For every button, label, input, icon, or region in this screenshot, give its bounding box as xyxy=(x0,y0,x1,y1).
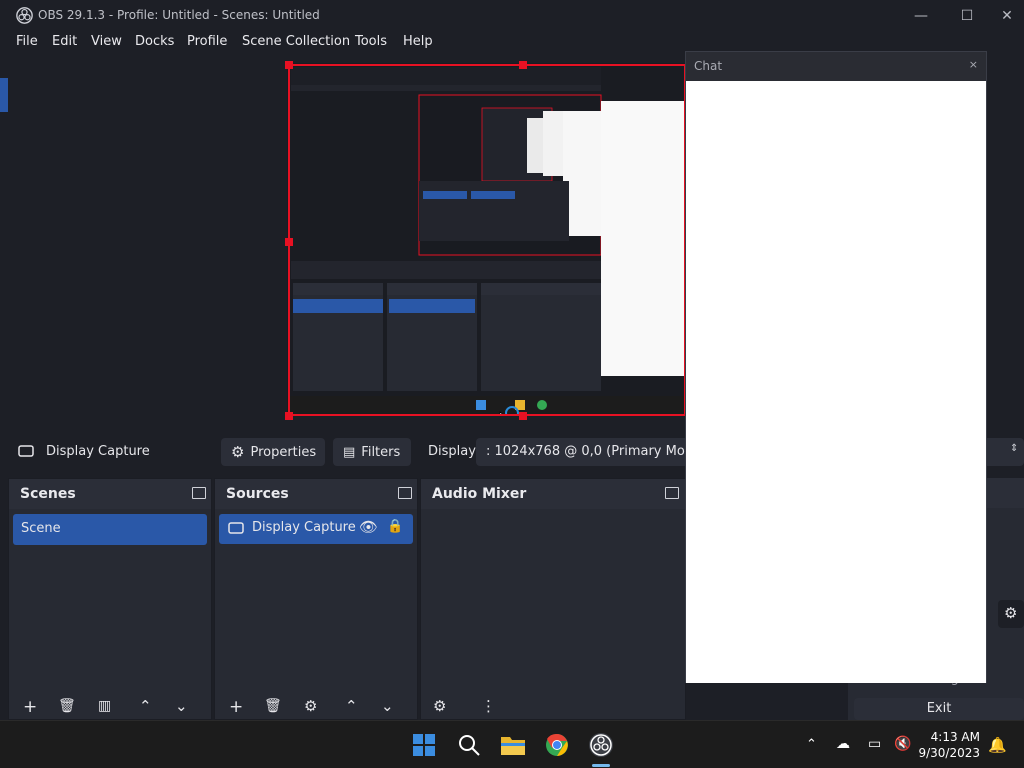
menu-profile[interactable]: Profile xyxy=(187,34,227,49)
add-source-icon[interactable]: + xyxy=(229,697,243,717)
chrome-icon[interactable] xyxy=(543,731,571,759)
selected-source-name: Display Capture xyxy=(46,444,150,459)
undock-icon[interactable] xyxy=(192,487,206,499)
show-hidden-icons-icon[interactable]: ⌃ xyxy=(806,737,817,752)
display-capture-icon xyxy=(228,522,244,534)
notification-bell-icon[interactable]: 🔔 xyxy=(988,736,1007,754)
advanced-audio-icon[interactable]: ⚙ xyxy=(433,697,446,715)
sources-title: Sources xyxy=(215,479,417,509)
sources-footer: + 🗑 ⚙ ⌃ ⌄ xyxy=(215,697,417,719)
audio-mixer-dock: Audio Mixer ⚙ ⋮ xyxy=(420,478,686,720)
menu-file[interactable]: File xyxy=(16,34,38,49)
preview-canvas[interactable] xyxy=(287,63,687,416)
chat-dock: Chat × xyxy=(685,51,987,683)
maximize-button[interactable]: ☐ xyxy=(944,0,990,32)
undock-icon[interactable] xyxy=(398,487,412,499)
minimize-button[interactable]: — xyxy=(898,0,944,32)
minimize-icon: — xyxy=(914,8,928,24)
display-select-value: : 1024x768 @ 0,0 (Primary Monito xyxy=(486,444,710,459)
windows-start-icon[interactable] xyxy=(410,731,438,759)
chat-close-icon[interactable]: × xyxy=(969,58,978,71)
filters-label: Filters xyxy=(361,444,401,460)
filters-icon: ▤ xyxy=(343,444,356,460)
clock-time: 4:13 AM xyxy=(930,730,980,744)
move-up-icon[interactable]: ⌃ xyxy=(139,697,152,715)
monitor-icon xyxy=(18,445,34,457)
scenes-title: Scenes xyxy=(9,479,211,509)
visibility-eye-icon[interactable]: 👁 xyxy=(359,518,378,536)
search-icon[interactable] xyxy=(455,731,483,759)
source-item[interactable]: Display Capture 👁 🔒 xyxy=(219,514,413,544)
audio-mixer-title: Audio Mixer xyxy=(421,479,685,509)
obs-taskbar-icon[interactable] xyxy=(587,731,615,759)
menu-docks[interactable]: Docks xyxy=(135,34,174,49)
obs-logo-icon xyxy=(16,7,33,24)
obs-window: OBS 29.1.3 - Profile: Untitled - Scenes:… xyxy=(0,0,1024,768)
spinner-arrows-icon[interactable]: ⇕ xyxy=(1010,443,1018,454)
window-title: OBS 29.1.3 - Profile: Untitled - Scenes:… xyxy=(38,8,320,22)
preview-edge-strip xyxy=(0,78,8,112)
properties-label: Properties xyxy=(250,444,317,460)
menu-edit[interactable]: Edit xyxy=(52,34,77,49)
menu-scene-collection[interactable]: Scene Collection xyxy=(242,34,350,49)
scene-filters-icon[interactable]: ▥ xyxy=(98,698,111,714)
move-down-icon[interactable]: ⌄ xyxy=(175,697,188,715)
gear-icon: ⚙ xyxy=(231,443,245,461)
add-scene-icon[interactable]: + xyxy=(23,697,37,717)
source-move-up-icon[interactable]: ⌃ xyxy=(345,697,358,715)
scenes-dock: Scenes Scene + 🗑 ▥ ⌃ ⌄ xyxy=(8,478,212,720)
preview-capture-image xyxy=(287,63,687,416)
source-item-label: Display Capture xyxy=(252,520,356,535)
clock[interactable]: 4:13 AM 9/30/2023 xyxy=(918,729,980,761)
chat-title: Chat xyxy=(686,52,986,81)
remove-source-icon[interactable]: 🗑 xyxy=(264,698,282,714)
file-explorer-icon[interactable] xyxy=(499,731,527,759)
speaker-muted-icon[interactable]: 🔇 xyxy=(894,736,911,752)
close-button[interactable]: ✕ xyxy=(990,0,1024,32)
scenes-footer: + 🗑 ▥ ⌃ ⌄ xyxy=(9,697,211,719)
network-icon[interactable]: ▭ xyxy=(868,736,881,752)
exit-label: Exit xyxy=(926,701,952,716)
audio-mixer-footer: ⚙ ⋮ xyxy=(421,697,685,719)
onedrive-icon[interactable]: ☁ xyxy=(836,736,850,752)
close-icon: ✕ xyxy=(1001,8,1013,24)
maximize-icon: ☐ xyxy=(960,8,974,24)
clock-date: 9/30/2023 xyxy=(918,746,980,760)
scene-item[interactable]: Scene xyxy=(13,514,207,545)
undock-icon[interactable] xyxy=(665,487,679,499)
properties-button[interactable]: ⚙ Properties xyxy=(221,438,325,466)
chat-body[interactable] xyxy=(686,81,986,683)
display-label: Display xyxy=(428,444,476,459)
controls-gear-button[interactable]: ⚙ xyxy=(998,600,1024,628)
menu-tools[interactable]: Tools xyxy=(355,34,387,49)
lock-icon[interactable]: 🔒 xyxy=(387,519,403,534)
mixer-menu-icon[interactable]: ⋮ xyxy=(481,697,496,715)
taskbar: ⌃ ☁ ▭ 🔇 4:13 AM 9/30/2023 🔔 xyxy=(0,720,1024,768)
source-properties-icon[interactable]: ⚙ xyxy=(304,697,317,715)
scene-item-label: Scene xyxy=(21,521,61,536)
menu-view[interactable]: View xyxy=(91,34,122,49)
title-bar: OBS 29.1.3 - Profile: Untitled - Scenes:… xyxy=(0,0,1024,32)
exit-button[interactable]: Exit xyxy=(854,698,1024,720)
sources-dock: Sources Display Capture 👁 🔒 + 🗑 ⚙ ⌃ ⌄ xyxy=(214,478,418,720)
menu-help[interactable]: Help xyxy=(403,34,433,49)
remove-scene-icon[interactable]: 🗑 xyxy=(58,698,76,714)
gear-icon: ⚙ xyxy=(1004,604,1018,622)
source-move-down-icon[interactable]: ⌄ xyxy=(381,697,394,715)
filters-button[interactable]: ▤ Filters xyxy=(333,438,411,466)
active-app-indicator xyxy=(592,764,610,767)
